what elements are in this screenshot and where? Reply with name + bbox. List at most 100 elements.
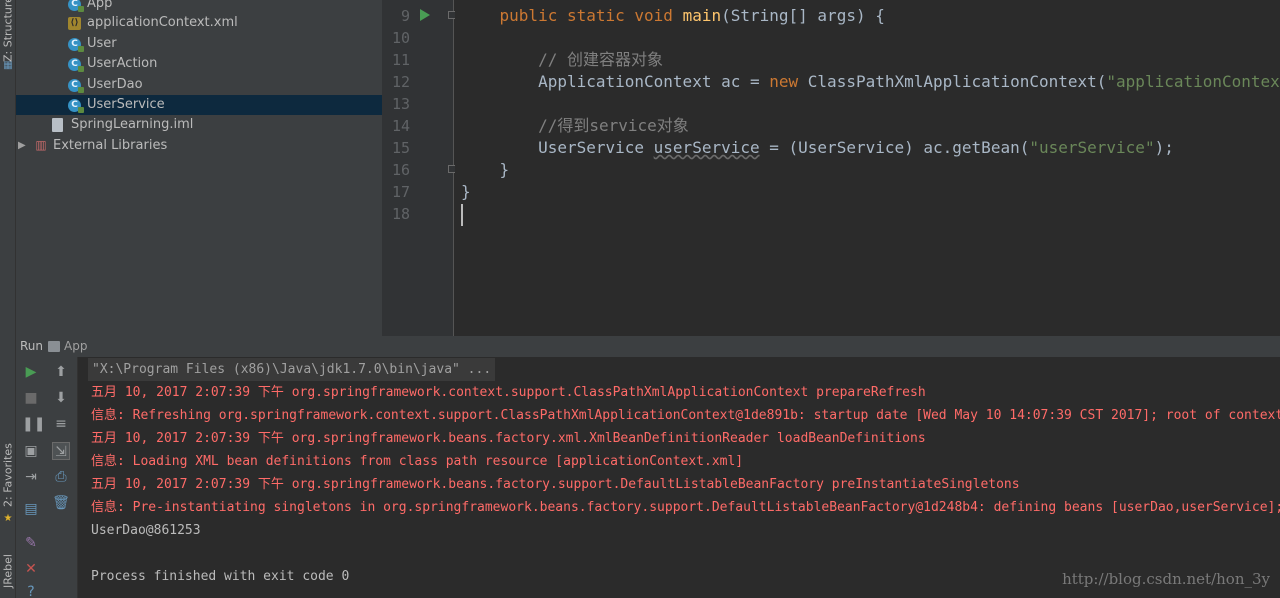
code-token: new [769, 72, 799, 91]
tree-item-label: External Libraries [53, 138, 168, 153]
line-number: 16 [391, 161, 410, 179]
console-line: 五月 10, 2017 2:07:39 下午 org.springframewo… [91, 385, 926, 400]
soft-wrap-icon[interactable]: ≡ [52, 415, 70, 433]
console-output[interactable]: "X:\Program Files (x86)\Java\jdk1.7.0\bi… [78, 357, 1280, 598]
lock-icon [78, 66, 84, 72]
line-number: 14 [391, 117, 410, 135]
tree-item-label: applicationContext.xml [87, 15, 238, 30]
code-string: "applicationContext.xml" [1106, 72, 1280, 91]
run-config-name[interactable]: App [64, 336, 87, 357]
jrebel-tab[interactable]: JRebel [0, 545, 16, 598]
help-icon[interactable]: ? [22, 583, 40, 598]
layout-icon[interactable]: ▤ [22, 500, 40, 518]
close-icon[interactable]: ✕ [22, 560, 40, 578]
run-panel-header: Run App [16, 336, 1280, 357]
down-arrow-icon[interactable]: ⬇ [52, 389, 70, 407]
line-number: 18 [391, 205, 410, 223]
code-line-15: UserService userService = (UserService) … [461, 137, 1174, 159]
code-token: (String[] args) { [721, 6, 885, 25]
structure-tab[interactable]: Z: Structure [0, 0, 16, 62]
run-main-icon[interactable] [420, 9, 430, 21]
console-line: 信息: Pre-instantiating singletons in org.… [91, 500, 1280, 515]
run-toolbar-secondary: ⬆ ⬇ ≡ ⇲ ⎙ 🗑 [46, 357, 78, 598]
star-icon: ★ [3, 513, 13, 524]
code-token: UserService [538, 138, 654, 157]
tree-item-label: UserDao [87, 77, 143, 92]
code-line-12: ApplicationContext ac = new ClassPathXml… [461, 71, 1280, 93]
text-caret [461, 204, 463, 226]
tree-item[interactable]: ⟨⟩ applicationContext.xml [16, 13, 382, 33]
lock-icon [78, 46, 84, 52]
lock-icon [78, 6, 84, 12]
code-token: ApplicationContext ac = [538, 72, 770, 91]
tree-item[interactable]: C UserService [16, 95, 382, 115]
line-number: 9 [400, 7, 410, 25]
structure-icon: ▦ [3, 60, 13, 71]
code-token: } [499, 160, 510, 179]
run-toolbar-primary: ▶ ■ ❚❚ ▣ ⇥ ▤ ✎ ✕ ? [16, 357, 46, 598]
stop-icon[interactable]: ■ [22, 389, 40, 407]
tree-item[interactable]: SpringLearning.iml [16, 115, 382, 135]
scroll-to-end-icon[interactable]: ⇲ [52, 442, 70, 460]
trash-icon[interactable]: 🗑 [52, 494, 70, 512]
console-line: UserDao@861253 [91, 523, 201, 538]
iml-icon [52, 118, 63, 132]
code-token: } [461, 182, 471, 201]
console-line: 信息: Loading XML bean definitions from cl… [91, 454, 744, 469]
line-number: 15 [391, 139, 410, 157]
xml-icon: ⟨⟩ [68, 17, 81, 30]
line-number: 10 [391, 29, 410, 47]
code-line-16: } [461, 159, 510, 181]
expand-arrow-icon[interactable]: ▶ [18, 136, 26, 156]
run-config-icon [48, 341, 60, 352]
code-token: public static void [499, 6, 683, 25]
code-editor[interactable]: public static void main(String[] args) {… [455, 0, 1280, 336]
code-line-17: } [461, 181, 471, 203]
pin-icon[interactable]: ✎ [22, 534, 40, 552]
code-line-9: public static void main(String[] args) { [461, 5, 885, 27]
console-command-line: "X:\Program Files (x86)\Java\jdk1.7.0\bi… [88, 358, 496, 381]
tree-item[interactable]: C UserDao [16, 75, 382, 95]
code-line-11: // 创建容器对象 [461, 49, 663, 71]
code-string: "userService" [1029, 138, 1155, 157]
code-comment: // 创建容器对象 [538, 50, 663, 69]
print-icon[interactable]: ⎙ [52, 468, 70, 486]
line-number: 17 [391, 183, 410, 201]
watermark: http://blog.csdn.net/hon_3y [1062, 570, 1270, 588]
line-number: 12 [391, 73, 410, 91]
line-number: 13 [391, 95, 410, 113]
tree-item[interactable]: ▶ ▥ External Libraries [16, 136, 382, 156]
console-line: 五月 10, 2017 2:07:39 下午 org.springframewo… [91, 477, 1020, 492]
camera-icon[interactable]: ▣ [22, 442, 40, 460]
code-token: ); [1154, 138, 1174, 157]
editor-gutter: 9 10 11 12 13 14 15 16 17 18 [382, 0, 456, 336]
exit-icon[interactable]: ⇥ [22, 468, 40, 486]
code-comment: //得到service对象 [538, 116, 689, 135]
tree-item-label: UserService [87, 97, 165, 112]
code-token: = (UserService) ac.getBean( [759, 138, 1030, 157]
code-line-14: //得到service对象 [461, 115, 689, 137]
lock-icon [78, 107, 84, 113]
tree-item-label: UserAction [87, 56, 158, 71]
project-tree: C App ⟨⟩ applicationContext.xml C User C UserAc… [16, 0, 382, 336]
tree-item[interactable]: C App [16, 0, 382, 14]
console-line: Process finished with exit code 0 [91, 569, 350, 584]
favorites-tab[interactable]: 2: Favorites [0, 440, 16, 510]
console-line: 五月 10, 2017 2:07:39 下午 org.springframewo… [91, 431, 926, 446]
tree-item[interactable]: C UserAction [16, 54, 382, 74]
console-line: 信息: Refreshing org.springframework.conte… [91, 408, 1280, 423]
tree-item[interactable]: C User [16, 34, 382, 54]
rerun-icon[interactable]: ▶ [22, 363, 40, 381]
up-arrow-icon[interactable]: ⬆ [52, 363, 70, 381]
code-token: main [682, 6, 722, 25]
tree-item-label: App [87, 0, 113, 11]
tree-item-label: User [87, 36, 117, 51]
line-number: 11 [391, 51, 410, 69]
run-tab[interactable]: Run [20, 336, 43, 357]
left-tool-strip: Z: Structure ▦ 2: Favorites ★ JRebel [0, 0, 16, 598]
unused-variable[interactable]: userService [654, 138, 760, 157]
pause-icon[interactable]: ❚❚ [22, 415, 45, 433]
tree-item-label: SpringLearning.iml [71, 117, 194, 132]
library-icon: ▥ [35, 138, 47, 152]
code-token: ClassPathXmlApplicationContext( [798, 72, 1107, 91]
